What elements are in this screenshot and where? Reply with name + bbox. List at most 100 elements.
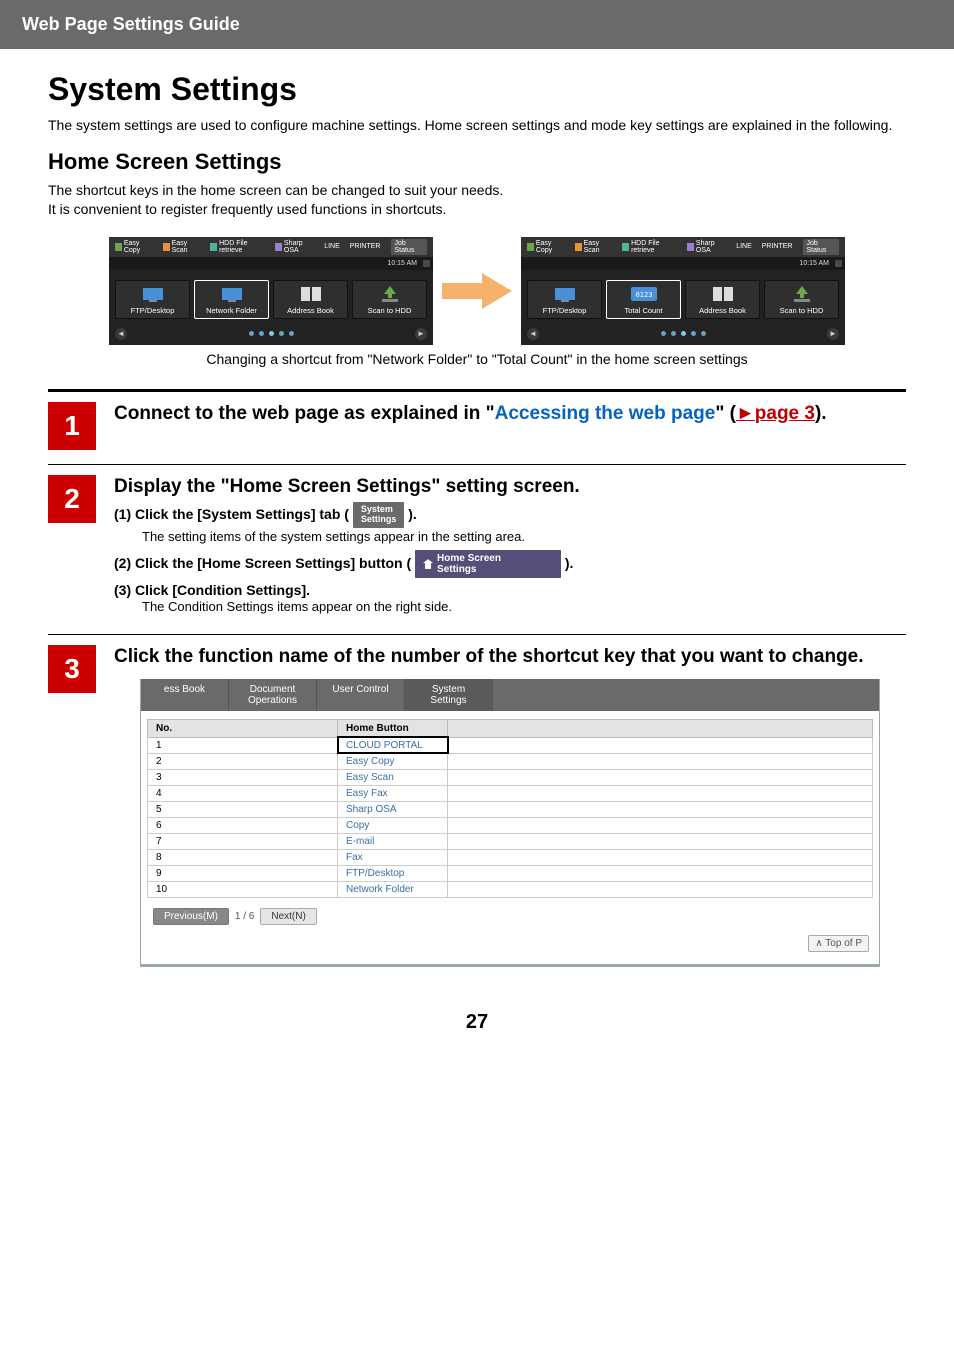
step-3-number: 3 [48, 645, 96, 693]
panel-before: Easy Copy Easy Scan HDD File retrieve Sh… [109, 237, 433, 345]
panel-comparison: Easy Copy Easy Scan HDD File retrieve Sh… [48, 237, 906, 345]
cell-no: 2 [148, 753, 338, 769]
panel-btn-scan-hdd: Scan to HDD [764, 280, 839, 319]
panel-time: 10:15 AM [521, 257, 845, 270]
link-page-3[interactable]: ►page 3 [736, 403, 815, 424]
step-2-title: Display the "Home Screen Settings" setti… [114, 475, 906, 499]
section-desc: The shortcut keys in the home screen can… [48, 181, 906, 219]
table-row: 3Easy Scan [148, 769, 873, 785]
panel-top-bar: Easy Copy Easy Scan HDD File retrieve Sh… [109, 237, 433, 257]
step-2-3-label: (3) Click [Condition Settings]. [114, 582, 310, 598]
panel-main: FTP/Desktop Network Folder Address Book … [109, 270, 433, 325]
cell-blank [448, 817, 873, 833]
panel-btn-total-count: 0123 Total Count [606, 280, 681, 319]
panel-btn-network-folder: Network Folder [194, 280, 269, 319]
section-desc-1: The shortcut keys in the home screen can… [48, 182, 503, 198]
home-icon [423, 559, 433, 569]
tab-system-settings[interactable]: System Settings [405, 679, 493, 711]
panel-caption: Changing a shortcut from "Network Folder… [48, 351, 906, 367]
tab-ess-book[interactable]: ess Book [141, 679, 229, 711]
panel-btn-ftp: FTP/Desktop [527, 280, 602, 319]
cell-blank [448, 865, 873, 881]
cell-home-button-link[interactable]: Easy Copy [338, 753, 448, 769]
table-row: 10Network Folder [148, 881, 873, 897]
table-row: 1CLOUD PORTAL [148, 737, 873, 753]
section-desc-2: It is convenient to register frequently … [48, 201, 446, 217]
panel-time: 10:15 AM [109, 257, 433, 270]
step-2-1-label: (1) Click the [System Settings] tab ( Sy… [114, 506, 417, 522]
table-row: 2Easy Copy [148, 753, 873, 769]
link-accessing-web-page[interactable]: Accessing the web page [495, 403, 716, 424]
previous-button[interactable]: Previous(M) [153, 908, 229, 925]
cell-home-button-link[interactable]: E-mail [338, 833, 448, 849]
th-blank [448, 719, 873, 737]
cell-home-button-link[interactable]: Easy Fax [338, 785, 448, 801]
home-button-table: No. Home Button 1CLOUD PORTAL2Easy Copy3… [147, 719, 873, 898]
panel-btn-ftp: FTP/Desktop [115, 280, 190, 319]
next-button[interactable]: Next(N) [260, 908, 316, 925]
page-title: System Settings [48, 71, 906, 108]
content: System Settings The system settings are … [0, 49, 954, 1034]
cell-blank [448, 801, 873, 817]
th-home-button: Home Button [338, 719, 448, 737]
step-1: 1 Connect to the web page as explained i… [48, 392, 906, 464]
cell-home-button-link[interactable]: Network Folder [338, 881, 448, 897]
table-row: 4Easy Fax [148, 785, 873, 801]
cell-no: 4 [148, 785, 338, 801]
cell-home-button-link[interactable]: Easy Scan [338, 769, 448, 785]
step-1-title: Connect to the web page as explained in … [114, 402, 906, 426]
cell-blank [448, 753, 873, 769]
step-2-1-text: The setting items of the system settings… [142, 529, 906, 546]
top-of-page-button[interactable]: ∧ Top of P [808, 935, 869, 952]
cell-no: 5 [148, 801, 338, 817]
cell-home-button-link[interactable]: CLOUD PORTAL [338, 737, 448, 753]
tab-document-ops[interactable]: Document Operations [229, 679, 317, 711]
step-1-number: 1 [48, 402, 96, 450]
cell-home-button-link[interactable]: Sharp OSA [338, 801, 448, 817]
page-indicator: 1 / 6 [235, 911, 254, 922]
cell-blank [448, 737, 873, 753]
svg-text:0123: 0123 [635, 291, 652, 299]
cell-no: 6 [148, 817, 338, 833]
step-2: 2 Display the "Home Screen Settings" set… [48, 465, 906, 634]
panel-btn-address-book: Address Book [273, 280, 348, 319]
cell-no: 3 [148, 769, 338, 785]
cell-blank [448, 833, 873, 849]
step-3-title: Click the function name of the number of… [114, 645, 906, 669]
ui-mock: ess Book Document Operations User Contro… [140, 679, 880, 967]
th-no: No. [148, 719, 338, 737]
panel-top-bar: Easy Copy Easy Scan HDD File retrieve Sh… [521, 237, 845, 257]
panel-main: FTP/Desktop 0123 Total Count Address Boo… [521, 270, 845, 325]
panel-btn-address-book: Address Book [685, 280, 760, 319]
cell-no: 7 [148, 833, 338, 849]
cell-no: 9 [148, 865, 338, 881]
table-row: 8Fax [148, 849, 873, 865]
home-screen-settings-button-icon: Home Screen Settings [415, 550, 561, 578]
cell-blank [448, 785, 873, 801]
tab-user-control[interactable]: User Control [317, 679, 405, 711]
section-title: Home Screen Settings [48, 149, 906, 175]
cell-blank [448, 769, 873, 785]
cell-home-button-link[interactable]: Copy [338, 817, 448, 833]
table-row: 5Sharp OSA [148, 801, 873, 817]
system-settings-tab-icon: System Settings [353, 502, 405, 528]
cell-no: 1 [148, 737, 338, 753]
header-bar: Web Page Settings Guide [0, 0, 954, 49]
step-2-number: 2 [48, 475, 96, 523]
transition-arrow-icon [441, 269, 513, 313]
cell-no: 10 [148, 881, 338, 897]
page-number: 27 [48, 1011, 906, 1034]
intro-text: The system settings are used to configur… [48, 116, 906, 135]
panel-after: Easy Copy Easy Scan HDD File retrieve Sh… [521, 237, 845, 345]
panel-btn-scan-hdd: Scan to HDD [352, 280, 427, 319]
step-3: 3 Click the function name of the number … [48, 635, 906, 981]
cell-home-button-link[interactable]: Fax [338, 849, 448, 865]
step-2-3-text: The Condition Settings items appear on t… [142, 599, 906, 616]
ui-tabs: ess Book Document Operations User Contro… [141, 679, 879, 711]
cell-blank [448, 881, 873, 897]
cell-no: 8 [148, 849, 338, 865]
table-row: 6Copy [148, 817, 873, 833]
table-row: 9FTP/Desktop [148, 865, 873, 881]
cell-home-button-link[interactable]: FTP/Desktop [338, 865, 448, 881]
step-2-2-label: (2) Click the [Home Screen Settings] but… [114, 555, 573, 571]
